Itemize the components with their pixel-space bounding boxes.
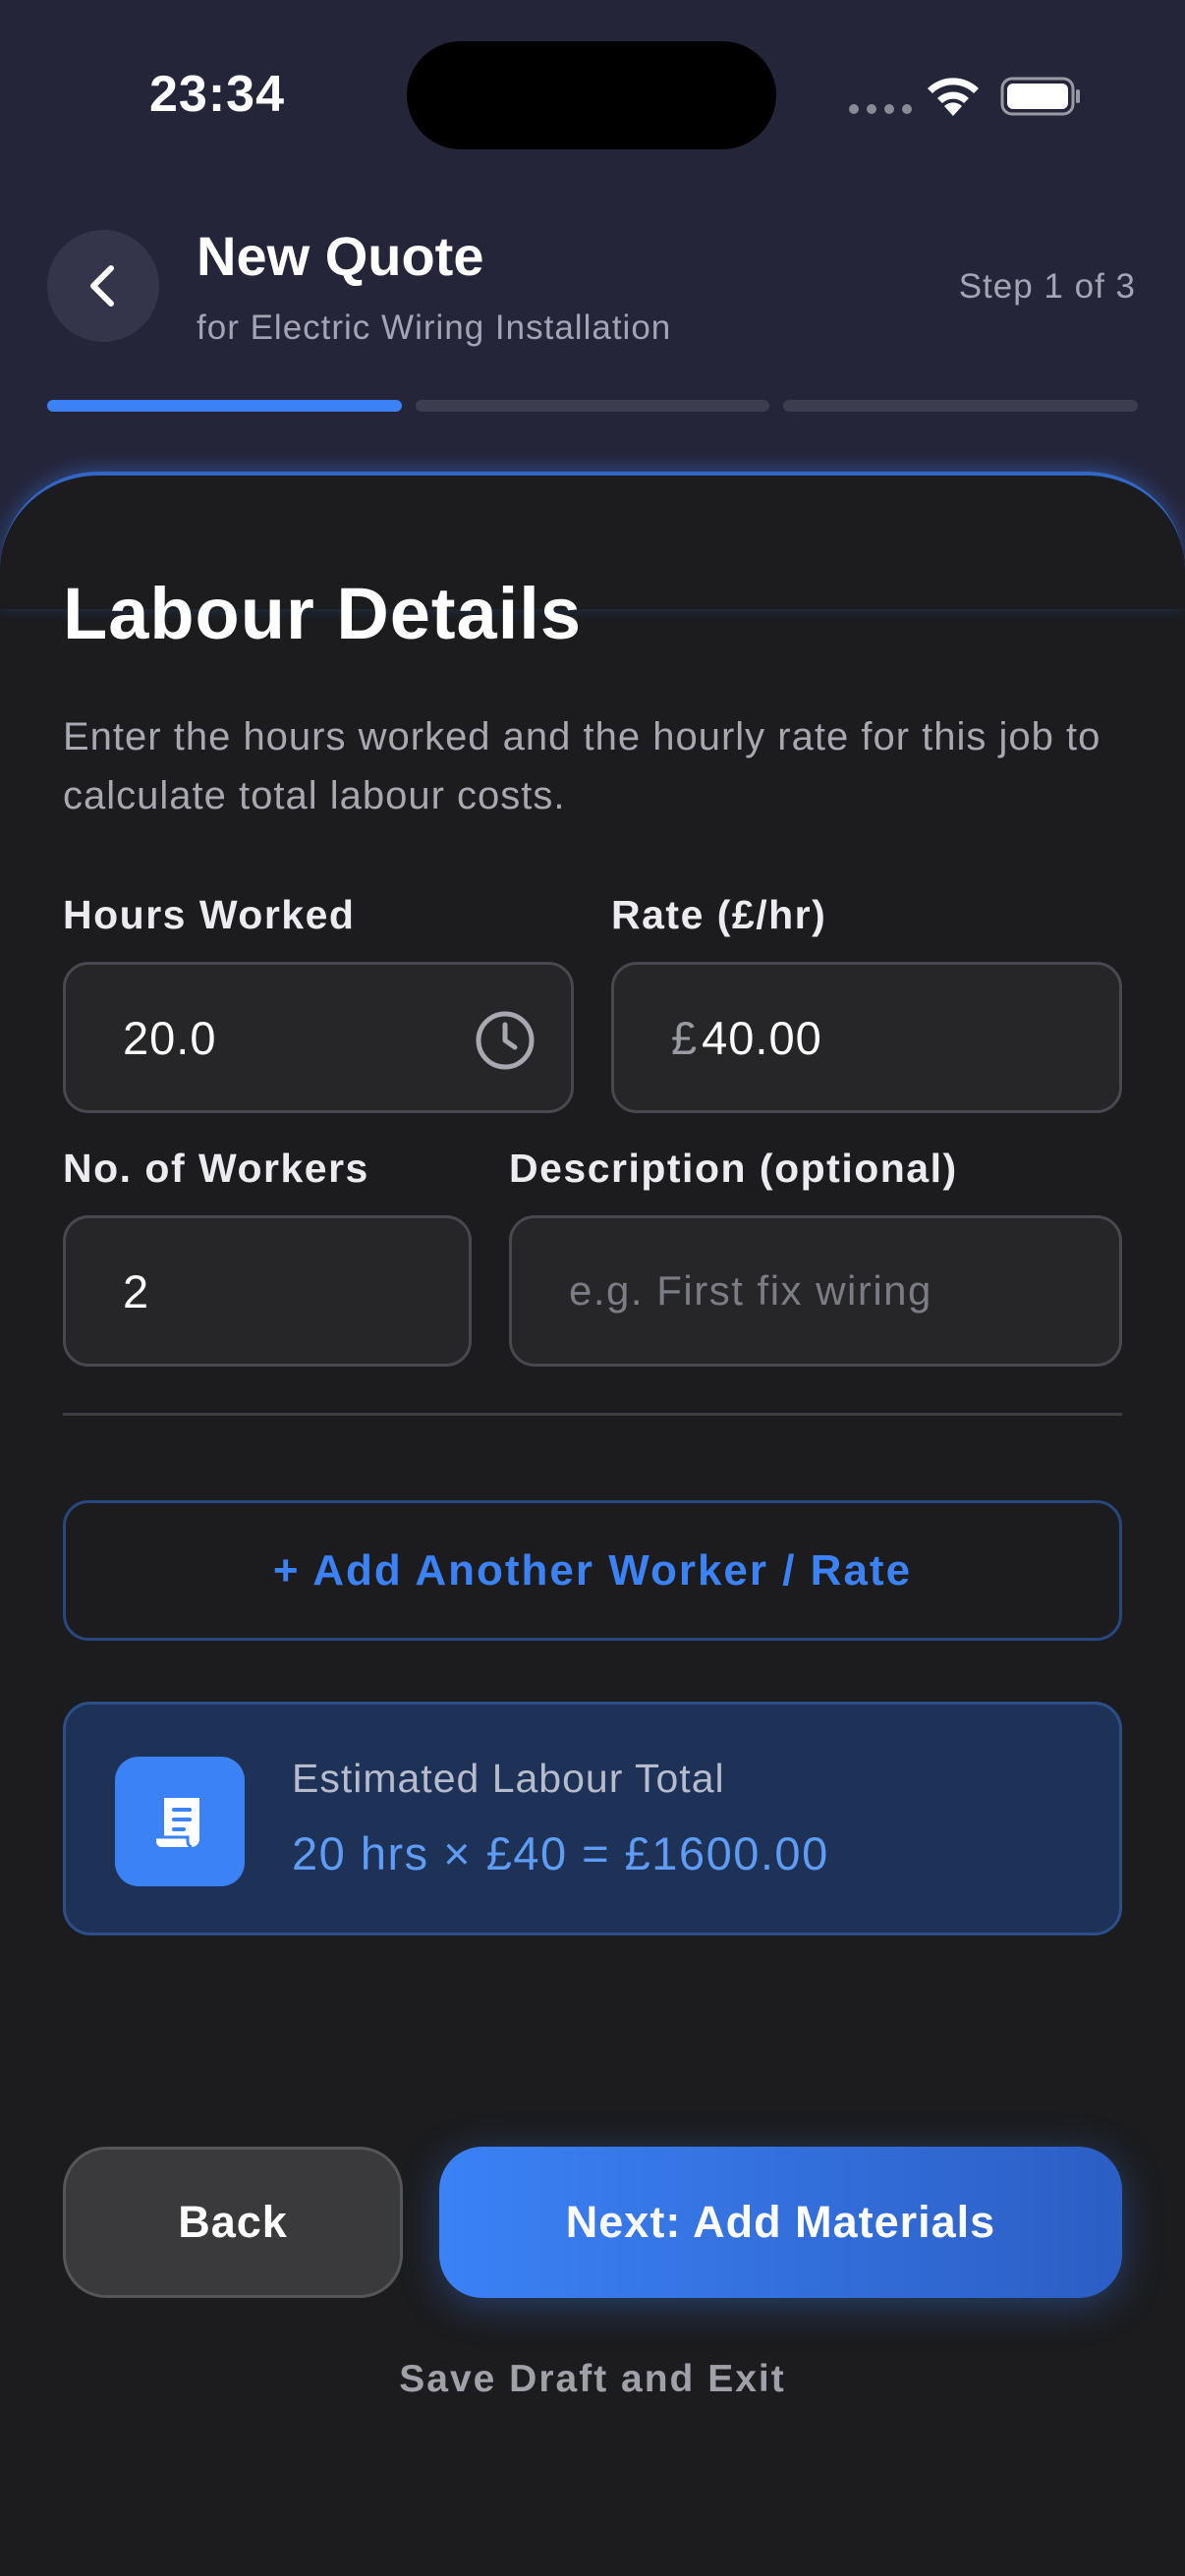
receipt-icon [115,1757,245,1886]
chevron-left-icon [90,265,114,307]
progress-segment [415,400,770,412]
step-progress-bar [47,400,1139,412]
section-description: Enter the hours worked and the hourly ra… [63,715,1101,817]
battery-icon [1000,77,1080,116]
dynamic-island [407,41,776,149]
hours-label: Hours Worked [63,892,356,937]
description-placeholder: e.g. First fix wiring [569,1267,932,1314]
save-draft-link[interactable]: Save Draft and Exit [0,2358,1185,2401]
hours-input[interactable]: 20.0 [63,962,574,1113]
page-title: New Quote [197,225,484,287]
clock-icon[interactable] [475,1010,536,1071]
description-label: Description (optional) [509,1146,958,1191]
step-indicator: Step 1 of 3 [958,267,1136,306]
estimate-label: Estimated Labour Total [292,1756,725,1801]
back-nav-button[interactable] [47,230,159,342]
section-title: Labour Details [63,573,582,654]
workers-input[interactable]: 2 [63,1215,472,1367]
workers-label: No. of Workers [63,1146,369,1191]
status-time: 23:34 [149,66,285,123]
divider [63,1413,1122,1416]
currency-prefix: £ [671,1011,699,1064]
rate-value: 40.00 [702,1011,822,1064]
wifi-icon [928,78,979,116]
progress-segment [783,400,1139,412]
back-button[interactable]: Back [63,2147,403,2298]
estimate-value: 20 hrs × £40 = £1600.00 [292,1827,829,1879]
cellular-signal-icon [849,104,912,114]
hours-value: 20.0 [123,1011,217,1064]
add-worker-button[interactable]: + Add Another Worker / Rate [63,1500,1122,1641]
workers-value: 2 [123,1264,150,1317]
page-subtitle: for Electric Wiring Installation [197,308,672,347]
rate-label: Rate (£/hr) [611,892,827,937]
screen: 23:34 New Quote for Electric Wiring Inst… [0,0,1185,2576]
description-input[interactable]: e.g. First fix wiring [509,1215,1122,1367]
next-button[interactable]: Next: Add Materials [439,2147,1122,2298]
progress-segment [47,400,402,412]
estimate-panel: Estimated Labour Total 20 hrs × £40 = £1… [63,1702,1122,1935]
rate-input[interactable]: £ 40.00 [611,962,1122,1113]
